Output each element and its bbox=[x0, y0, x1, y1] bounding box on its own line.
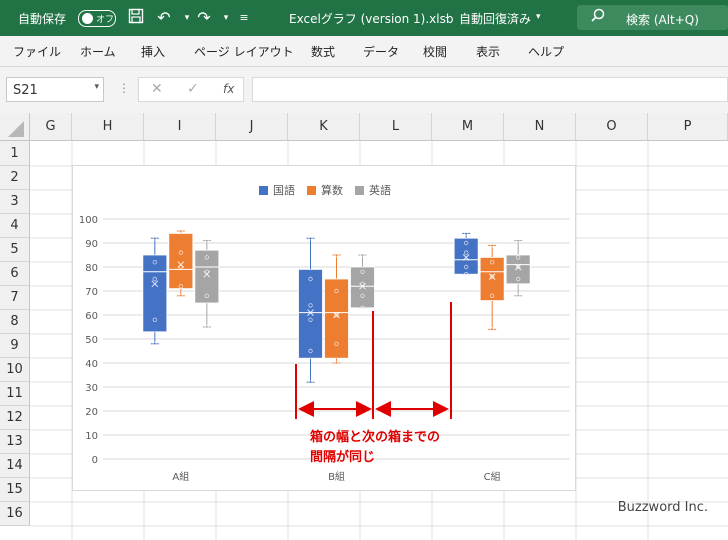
tab-view[interactable]: 表示 bbox=[476, 43, 500, 60]
y-tick-label-60: 60 bbox=[85, 311, 98, 322]
save-icon[interactable] bbox=[126, 8, 146, 28]
tab-help[interactable]: ヘルプ bbox=[528, 43, 564, 60]
row-header-9[interactable]: 9 bbox=[0, 334, 30, 358]
chart-canvas: 0 10 20 30 40 50 60 70 80 90 100 国語 算数 英語 A組 B組 C組 bbox=[79, 183, 570, 483]
autosave-toggle-label: オフ bbox=[96, 15, 115, 25]
row-header-12[interactable]: 12 bbox=[0, 406, 30, 430]
row-header-4[interactable]: 4 bbox=[0, 214, 30, 238]
redo-dropdown-icon[interactable]: ▾ bbox=[216, 8, 236, 28]
row-header-11[interactable]: 11 bbox=[0, 382, 30, 406]
row-header-1[interactable]: 1 bbox=[0, 141, 30, 166]
save-status[interactable]: 自動回復済み bbox=[459, 10, 531, 27]
category-label-0: A組 bbox=[172, 470, 189, 483]
tab-review[interactable]: 校閲 bbox=[423, 43, 447, 60]
row-header-3[interactable]: 3 bbox=[0, 190, 30, 214]
row-header-6[interactable]: 6 bbox=[0, 262, 30, 286]
tab-file[interactable]: ファイル bbox=[13, 43, 61, 60]
save-status-chevron-icon[interactable]: ▾ bbox=[536, 12, 541, 22]
watermark: Buzzword Inc. bbox=[617, 500, 708, 515]
legend-label-0: 国語 bbox=[273, 183, 295, 197]
tab-page-layout[interactable]: ページ レイアウト bbox=[194, 43, 294, 60]
row-header-2[interactable]: 2 bbox=[0, 166, 30, 190]
row-header-16[interactable]: 16 bbox=[0, 502, 30, 526]
y-tick-label-10: 10 bbox=[85, 431, 98, 442]
legend-swatch-2 bbox=[355, 186, 364, 195]
name-box-value: S21 bbox=[13, 83, 38, 98]
formula-input[interactable] bbox=[252, 77, 728, 102]
row-header-7[interactable]: 7 bbox=[0, 286, 30, 310]
toggle-knob bbox=[82, 13, 93, 24]
row-header-13[interactable]: 13 bbox=[0, 430, 30, 454]
customize-toolbar-icon[interactable]: ≡ bbox=[234, 8, 254, 28]
row-header-15[interactable]: 15 bbox=[0, 478, 30, 502]
box-1-2-box bbox=[350, 266, 375, 309]
row-header-5[interactable]: 5 bbox=[0, 238, 30, 262]
box-0-2-box bbox=[194, 249, 220, 304]
title-separator: - bbox=[445, 10, 450, 24]
column-header-p[interactable]: P bbox=[648, 113, 728, 141]
y-tick-label-100: 100 bbox=[79, 215, 98, 226]
autosave-label: 自動保存 bbox=[18, 12, 67, 26]
select-all-corner[interactable] bbox=[0, 113, 30, 141]
enter-icon[interactable]: ✓ bbox=[187, 81, 199, 97]
insert-function-icon[interactable]: fx bbox=[223, 82, 234, 96]
column-header-j[interactable]: J bbox=[216, 113, 288, 141]
row-header-14[interactable]: 14 bbox=[0, 454, 30, 478]
y-tick-label-70: 70 bbox=[85, 287, 98, 298]
undo-icon[interactable]: ↶ bbox=[154, 8, 174, 28]
box-1-0-box bbox=[298, 269, 323, 359]
column-header-h[interactable]: H bbox=[72, 113, 144, 141]
tab-insert[interactable]: 挿入 bbox=[141, 43, 165, 60]
title-bar: 自動保存 オフ ↶ ▾ ↷ ▾ ≡ Excelグラフ (version 1).x… bbox=[0, 0, 728, 36]
ribbon-tabs: ファイル ホーム 挿入 ページ レイアウト 数式 データ 校閲 表示 ヘルプ bbox=[0, 36, 728, 67]
y-tick-label-0: 0 bbox=[92, 455, 98, 466]
legend-swatch-0 bbox=[259, 186, 268, 195]
autosave-toggle[interactable]: オフ bbox=[78, 10, 116, 27]
column-header-n[interactable]: N bbox=[504, 113, 576, 141]
y-tick-label-90: 90 bbox=[85, 239, 98, 250]
column-header-o[interactable]: O bbox=[576, 113, 648, 141]
column-header-m[interactable]: M bbox=[432, 113, 504, 141]
row-header-8[interactable]: 8 bbox=[0, 310, 30, 334]
y-tick-label-40: 40 bbox=[85, 359, 98, 370]
column-header-k[interactable]: K bbox=[288, 113, 360, 141]
box-0-1-box bbox=[168, 233, 194, 290]
column-header-l[interactable]: L bbox=[360, 113, 432, 141]
y-tick-label-20: 20 bbox=[85, 407, 98, 418]
formula-bar: S21 ▾ ⋮ ✕ ✓ fx bbox=[0, 67, 728, 113]
column-header-i[interactable]: I bbox=[144, 113, 216, 141]
search-icon bbox=[591, 8, 605, 26]
formula-bar-grip-icon: ⋮ bbox=[118, 81, 130, 95]
tab-formulas[interactable]: 数式 bbox=[311, 43, 335, 60]
formula-buttons: ✕ ✓ fx bbox=[138, 77, 244, 102]
legend-label-1: 算数 bbox=[321, 183, 343, 197]
cancel-icon[interactable]: ✕ bbox=[151, 81, 163, 97]
legend-swatch-1 bbox=[307, 186, 316, 195]
search-placeholder: 検索 (Alt+Q) bbox=[626, 13, 699, 27]
file-name: Excelグラフ (version 1).xlsb bbox=[289, 12, 454, 26]
y-tick-label-50: 50 bbox=[85, 335, 98, 346]
name-box-dropdown-icon[interactable]: ▾ bbox=[94, 82, 99, 92]
tab-data[interactable]: データ bbox=[363, 43, 399, 60]
search-box[interactable]: 検索 (Alt+Q) bbox=[577, 5, 728, 30]
category-label-2: C組 bbox=[484, 470, 501, 483]
box-plot-chart[interactable]: 0 10 20 30 40 50 60 70 80 90 100 国語 算数 英語 A組 B組 C組 bbox=[72, 165, 576, 491]
y-tick-label-80: 80 bbox=[85, 263, 98, 274]
box-0-0-box bbox=[142, 254, 168, 333]
column-header-g[interactable]: G bbox=[30, 113, 72, 141]
redo-icon[interactable]: ↷ bbox=[194, 8, 214, 28]
y-tick-label-30: 30 bbox=[85, 383, 98, 394]
row-header-10[interactable]: 10 bbox=[0, 358, 30, 382]
legend-label-2: 英語 bbox=[369, 183, 391, 197]
box-1-1-box bbox=[324, 278, 349, 359]
tab-home[interactable]: ホーム bbox=[80, 43, 116, 60]
name-box[interactable]: S21 ▾ bbox=[6, 77, 104, 102]
category-label-1: B組 bbox=[328, 470, 345, 483]
